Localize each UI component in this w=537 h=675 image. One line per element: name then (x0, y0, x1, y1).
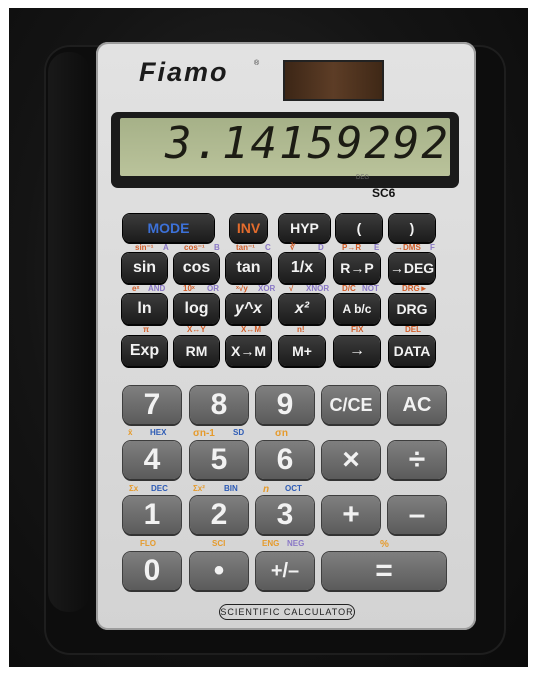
shift-label: sin⁻¹ (135, 243, 154, 252)
multiply-key[interactable]: × (322, 441, 380, 479)
shift-label: NOT (362, 284, 379, 293)
shift-label: π (143, 325, 150, 334)
digit-5-key[interactable]: 5 (190, 441, 248, 479)
digit-7-key[interactable]: 7 (123, 386, 181, 424)
shift-label: P→R (342, 243, 362, 252)
clear-entry-key[interactable]: C/CE (322, 386, 380, 424)
shift-label: D (318, 243, 324, 252)
plus-key[interactable]: + (322, 496, 380, 534)
shift-label: HEX (150, 428, 167, 437)
shift-label: 10ˣ (183, 284, 195, 293)
shift-label: n (263, 484, 270, 495)
divide-key[interactable]: ÷ (388, 441, 446, 479)
shift-label: XNOR (306, 284, 330, 293)
shift-label: x̄ (128, 428, 133, 437)
minus-key[interactable]: – (388, 496, 446, 534)
shift-label: eˣ (132, 284, 140, 293)
shift-label: C (265, 243, 271, 252)
shift-label: E (374, 243, 380, 252)
sign-change-key[interactable]: +/– (256, 552, 314, 590)
shift-label: BIN (224, 484, 238, 493)
digit-9-key[interactable]: 9 (256, 386, 314, 424)
shift-label: DEL (405, 325, 421, 334)
right-paren-key[interactable]: ) (389, 214, 435, 242)
shift-label: B (214, 243, 220, 252)
arrow-key[interactable]: → (334, 336, 380, 366)
photo-frame: Fiamo ® 3.14159292 DEG SC6 MODE INV HYP … (0, 0, 537, 675)
ln-key[interactable]: ln (122, 294, 167, 324)
shift-label: SCI (212, 539, 226, 548)
footer-badge: SCIENTIFIC CALCULATOR (219, 604, 355, 620)
shift-label: √ (289, 284, 294, 293)
deg-indicator: DEG (356, 175, 370, 181)
data-key[interactable]: DATA (389, 336, 435, 366)
log-key[interactable]: log (174, 294, 219, 324)
digit-2-key[interactable]: 2 (190, 496, 248, 534)
shift-label: % (380, 539, 389, 550)
store-memory-key[interactable]: X→M (226, 336, 271, 366)
fraction-key[interactable]: A b/c (334, 294, 380, 324)
shift-label: AND (148, 284, 166, 293)
cos-key[interactable]: cos (174, 253, 219, 283)
inv-key[interactable]: INV (230, 214, 267, 242)
shift-label: SD (233, 428, 245, 437)
shift-label: ∛ (290, 243, 296, 252)
mode-key[interactable]: MODE (123, 214, 214, 242)
shift-label: σn (275, 428, 288, 439)
hyp-key[interactable]: HYP (279, 214, 330, 242)
rect-to-polar-key[interactable]: R→P (334, 253, 380, 283)
model-label: SC6 (372, 186, 396, 200)
shift-label: F (430, 243, 435, 252)
shift-label: FIX (351, 325, 364, 334)
shift-label: A (163, 243, 169, 252)
digit-8-key[interactable]: 8 (190, 386, 248, 424)
square-key[interactable]: x² (279, 294, 325, 324)
case-highlight (48, 52, 90, 612)
tan-key[interactable]: tan (226, 253, 271, 283)
shift-label: XOR (258, 284, 276, 293)
memory-plus-key[interactable]: M+ (279, 336, 325, 366)
shift-label: tan⁻¹ (236, 243, 255, 252)
shift-label: FLO (140, 539, 156, 548)
all-clear-key[interactable]: AC (388, 386, 446, 424)
shift-label: NEG (287, 539, 305, 548)
drg-key[interactable]: DRG (389, 294, 435, 324)
left-paren-key[interactable]: ( (336, 214, 382, 242)
digit-3-key[interactable]: 3 (256, 496, 314, 534)
shift-label: ENG (262, 539, 280, 548)
display-value: 3.14159292 (165, 118, 450, 169)
shift-label: σn-1 (193, 428, 215, 439)
shift-label: n! (297, 325, 305, 334)
shift-label: D/C (342, 284, 356, 293)
shift-label: Σx² (193, 484, 205, 493)
brand-logo: Fiamo (139, 57, 229, 87)
power-key[interactable]: y^x (226, 294, 271, 324)
equals-key[interactable]: = (322, 552, 446, 590)
shift-label: →DMS (395, 243, 421, 252)
shift-label: OCT (285, 484, 302, 493)
digit-0-key[interactable]: 0 (123, 552, 181, 590)
solar-panel (283, 60, 384, 101)
registered-mark: ® (254, 60, 260, 67)
to-deg-key[interactable]: →DEG (389, 253, 435, 283)
recall-memory-key[interactable]: RM (174, 336, 219, 366)
sin-key[interactable]: sin (122, 253, 167, 283)
shift-label: X↔M (241, 325, 261, 334)
exp-key[interactable]: Exp (122, 336, 167, 366)
shift-label: DEC (151, 484, 168, 493)
decimal-point-key[interactable]: • (190, 552, 248, 590)
digit-1-key[interactable]: 1 (123, 496, 181, 534)
shift-label: ˣ√y (236, 284, 248, 293)
shift-label: X↔Y (187, 325, 206, 334)
reciprocal-key[interactable]: 1/x (279, 253, 325, 283)
digit-4-key[interactable]: 4 (123, 441, 181, 479)
shift-label: DRG► (402, 284, 428, 293)
shift-label: OR (207, 284, 219, 293)
shift-label: cos⁻¹ (184, 243, 205, 252)
shift-label: Σx (129, 484, 139, 493)
digit-6-key[interactable]: 6 (256, 441, 314, 479)
